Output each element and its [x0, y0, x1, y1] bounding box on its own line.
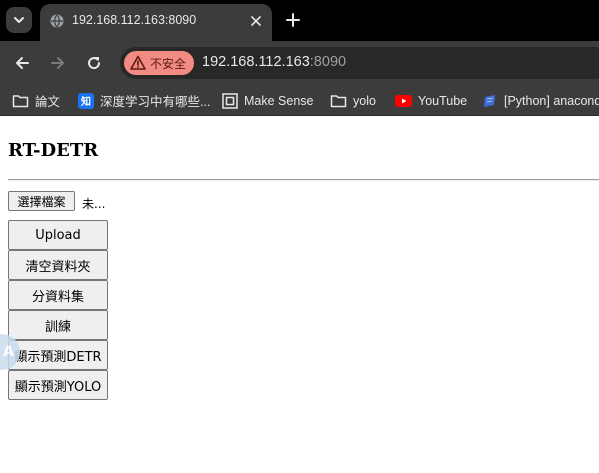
- bookmark-label: Make Sense: [244, 93, 314, 108]
- address-bar[interactable]: 不安全 192.168.112.163:8090: [120, 47, 599, 79]
- tab-search-button[interactable]: [6, 7, 32, 33]
- security-label: 不安全: [150, 56, 187, 71]
- browser-toolbar: 不安全 192.168.112.163:8090: [0, 41, 599, 85]
- reload-button[interactable]: [82, 51, 106, 75]
- new-tab-button[interactable]: [282, 9, 304, 31]
- plus-icon: [286, 13, 300, 27]
- security-indicator[interactable]: 不安全: [124, 51, 194, 75]
- bookmark-label: 論文: [35, 95, 61, 109]
- warning-icon: [130, 55, 146, 70]
- split-dataset-button[interactable]: 分資料集: [8, 280, 108, 310]
- bookmark-make-sense[interactable]: Make Sense: [222, 85, 313, 116]
- file-status-text: 未...: [82, 197, 106, 211]
- svg-text:知: 知: [80, 95, 91, 108]
- active-tab[interactable]: 192.168.112.163:8090: [40, 4, 272, 41]
- makesense-icon: [222, 92, 238, 109]
- show-yolo-prediction-button[interactable]: 顯示預測YOLO: [8, 370, 108, 400]
- bookmark-folder-yolo[interactable]: yolo: [330, 85, 376, 116]
- url-text: 192.168.112.163:8090: [202, 54, 346, 70]
- youtube-icon: [395, 94, 412, 107]
- bookmark-python-anaconda[interactable]: [Python] anacond: [482, 85, 599, 116]
- bookmark-folder-papers[interactable]: 論文: [12, 85, 60, 116]
- folder-icon: [330, 94, 347, 107]
- close-tab-button[interactable]: [246, 11, 266, 31]
- forward-button[interactable]: [46, 51, 70, 75]
- bookmarks-bar: 論文 知 深度学习中有哪些... Make Sense yolo YouTube: [0, 85, 599, 116]
- tab-strip: 192.168.112.163:8090: [0, 0, 599, 41]
- globe-icon: [50, 14, 64, 28]
- show-detr-prediction-button[interactable]: 顯示預測DETR: [8, 340, 108, 370]
- url-port: :8090: [309, 54, 347, 70]
- folder-icon: [12, 94, 29, 107]
- clear-folder-button[interactable]: 清空資料夾: [8, 250, 108, 280]
- chevron-down-icon: [14, 17, 24, 23]
- blog-icon: [484, 94, 495, 107]
- zhihu-icon: 知: [78, 92, 94, 109]
- bookmark-label: YouTube: [418, 93, 468, 108]
- close-icon: [251, 16, 261, 26]
- choose-file-button[interactable]: 選擇檔案: [8, 191, 75, 211]
- bookmarks-divider: [0, 115, 599, 116]
- upload-button[interactable]: Upload: [8, 220, 108, 250]
- arrow-right-icon: [51, 57, 64, 69]
- page-title: RT-DETR: [8, 140, 99, 161]
- reload-icon: [88, 57, 101, 70]
- bookmark-zhihu[interactable]: 知 深度学习中有哪些...: [78, 85, 210, 116]
- badge-letter: A: [3, 344, 14, 360]
- back-button[interactable]: [10, 51, 34, 75]
- bookmark-label: [Python] anacond: [504, 93, 599, 108]
- url-host: 192.168.112.163: [202, 54, 310, 70]
- bookmark-label: yolo: [353, 93, 376, 108]
- train-button[interactable]: 訓練: [8, 310, 108, 340]
- bookmark-label: 深度学习中有哪些...: [100, 95, 211, 109]
- arrow-left-icon: [16, 57, 29, 69]
- horizontal-rule: [8, 179, 599, 181]
- tab-title: 192.168.112.163:8090: [72, 13, 197, 27]
- bookmark-youtube[interactable]: YouTube: [395, 85, 467, 116]
